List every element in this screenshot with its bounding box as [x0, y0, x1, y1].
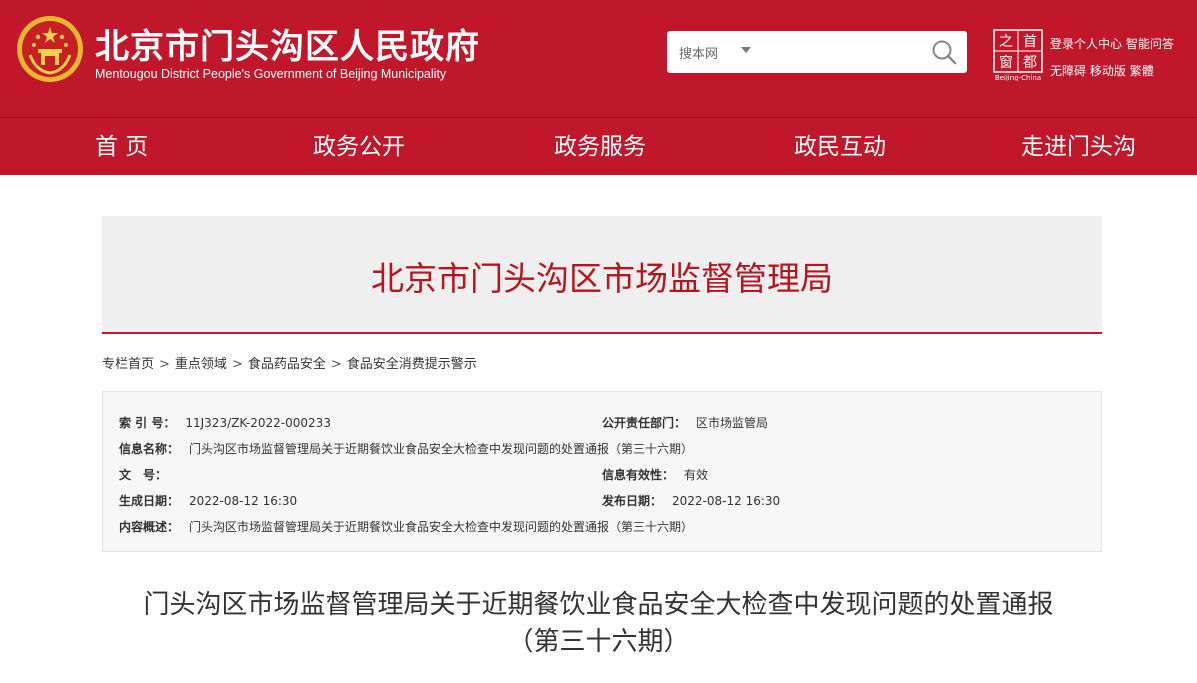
svg-text:都: 都 — [1023, 55, 1037, 71]
traditional-chinese-link[interactable]: 繁體 — [1130, 64, 1154, 78]
nav-item-home[interactable]: 首 页 — [95, 118, 148, 176]
svg-text:窗: 窗 — [999, 54, 1013, 71]
created-date-row: 生成日期： 2022-08-12 16:30 — [119, 492, 297, 509]
national-emblem-icon[interactable] — [16, 15, 84, 83]
breadcrumb-column-home[interactable]: 专栏首页 — [102, 357, 154, 372]
doc-number-label: 文 号： — [119, 468, 168, 482]
breadcrumb-consumer-alerts[interactable]: 食品安全消费提示警示 — [347, 357, 477, 372]
published-date-value: 2022-08-12 16:30 — [672, 494, 781, 508]
department-title: 北京市门头沟区市场监督管理局 — [371, 259, 833, 298]
search-icon[interactable] — [929, 37, 959, 67]
svg-text:Beijing-China: Beijing-China — [995, 74, 1041, 81]
responsible-dept-label: 公开责任部门： — [602, 416, 687, 430]
capital-window-logo-icon[interactable]: 之 首 窗 都 Beijing-China — [992, 29, 1044, 81]
article-title: 门头沟区市场监督管理局关于近期餐饮业食品安全大检查中发现问题的处置通报 （第三十… — [0, 587, 1197, 661]
mobile-version-link[interactable]: 移动版 — [1090, 64, 1126, 78]
published-date-label: 发布日期： — [602, 494, 663, 508]
nav-item-interaction[interactable]: 政民互动 — [794, 118, 886, 176]
breadcrumb-key-areas[interactable]: 重点领域 — [175, 357, 227, 372]
breadcrumb-separator: > — [330, 357, 342, 372]
accessibility-link[interactable]: 无障碍 — [1050, 64, 1086, 78]
breadcrumb-separator: > — [231, 357, 243, 372]
nav-item-gov-affairs-open[interactable]: 政务公开 — [313, 118, 405, 176]
index-number-value: 11J323/ZK-2022-000233 — [185, 416, 331, 430]
summary-value: 门头沟区市场监督管理局关于近期餐饮业食品安全大检查中发现问题的处置通报（第三十六… — [189, 520, 694, 534]
site-subtitle: Mentougou District People's Government o… — [95, 67, 447, 81]
created-date-label: 生成日期： — [119, 494, 180, 508]
published-date-row: 发布日期： 2022-08-12 16:30 — [602, 492, 780, 509]
nav-item-about-mentougou[interactable]: 走进门头沟 — [1021, 118, 1136, 176]
svg-text:之: 之 — [999, 34, 1013, 50]
main-nav: 首 页 政务公开 政务服务 政民互动 走进门头沟 — [0, 117, 1197, 175]
doc-number-row: 文 号： — [119, 466, 177, 483]
header-bar: 北京市门头沟区人民政府 Mentougou District People's … — [0, 0, 1197, 117]
department-banner: 北京市门头沟区市场监督管理局 — [102, 216, 1102, 334]
summary-label: 内容概述： — [119, 520, 180, 534]
search-box: 搜本网 — [667, 31, 967, 73]
svg-text:首: 首 — [1023, 34, 1037, 50]
info-name-value: 门头沟区市场监督管理局关于近期餐饮业食品安全大检查中发现问题的处置通报（第三十六… — [189, 442, 694, 456]
article-title-line2: （第三十六期） — [507, 627, 690, 657]
validity-label: 信息有效性： — [602, 468, 675, 482]
validity-row: 信息有效性： 有效 — [602, 466, 708, 483]
responsible-dept-value: 区市场监管局 — [696, 416, 769, 430]
nav-item-gov-services[interactable]: 政务服务 — [554, 118, 646, 176]
utility-links: 登录个人中心 智能问答 无障碍 移动版 繁體 — [1050, 31, 1174, 85]
document-metadata-box: 索 引 号： 11J323/ZK-2022-000233 公开责任部门： 区市场监管… — [102, 391, 1102, 552]
created-date-value: 2022-08-12 16:30 — [189, 494, 298, 508]
breadcrumb: 专栏首页 > 重点领域 > 食品药品安全 > 食品安全消费提示警示 — [102, 353, 477, 372]
smart-qa-link[interactable]: 智能问答 — [1126, 37, 1174, 51]
login-link[interactable]: 登录 — [1050, 37, 1074, 51]
search-input[interactable] — [757, 39, 917, 65]
breadcrumb-separator: > — [159, 357, 170, 372]
index-number-label: 索 引 号： — [119, 416, 176, 430]
user-center-link[interactable]: 个人中心 — [1074, 37, 1122, 51]
site-title[interactable]: 北京市门头沟区人民政府 — [95, 19, 480, 68]
info-name-row: 信息名称： 门头沟区市场监督管理局关于近期餐饮业食品安全大检查中发现问题的处置通报… — [119, 440, 693, 457]
search-scope-select[interactable]: 搜本网 — [679, 43, 718, 62]
validity-value: 有效 — [684, 468, 709, 482]
info-name-label: 信息名称： — [119, 442, 180, 456]
index-number-row: 索 引 号： 11J323/ZK-2022-000233 — [119, 414, 331, 431]
chevron-down-icon[interactable] — [741, 47, 751, 53]
article-title-line1: 门头沟区市场监督管理局关于近期餐饮业食品安全大检查中发现问题的处置通报 — [143, 590, 1054, 620]
breadcrumb-food-drug-safety[interactable]: 食品药品安全 — [248, 357, 326, 372]
responsible-dept-row: 公开责任部门： 区市场监管局 — [602, 414, 768, 431]
summary-row: 内容概述： 门头沟区市场监督管理局关于近期餐饮业食品安全大检查中发现问题的处置通报… — [119, 518, 693, 535]
